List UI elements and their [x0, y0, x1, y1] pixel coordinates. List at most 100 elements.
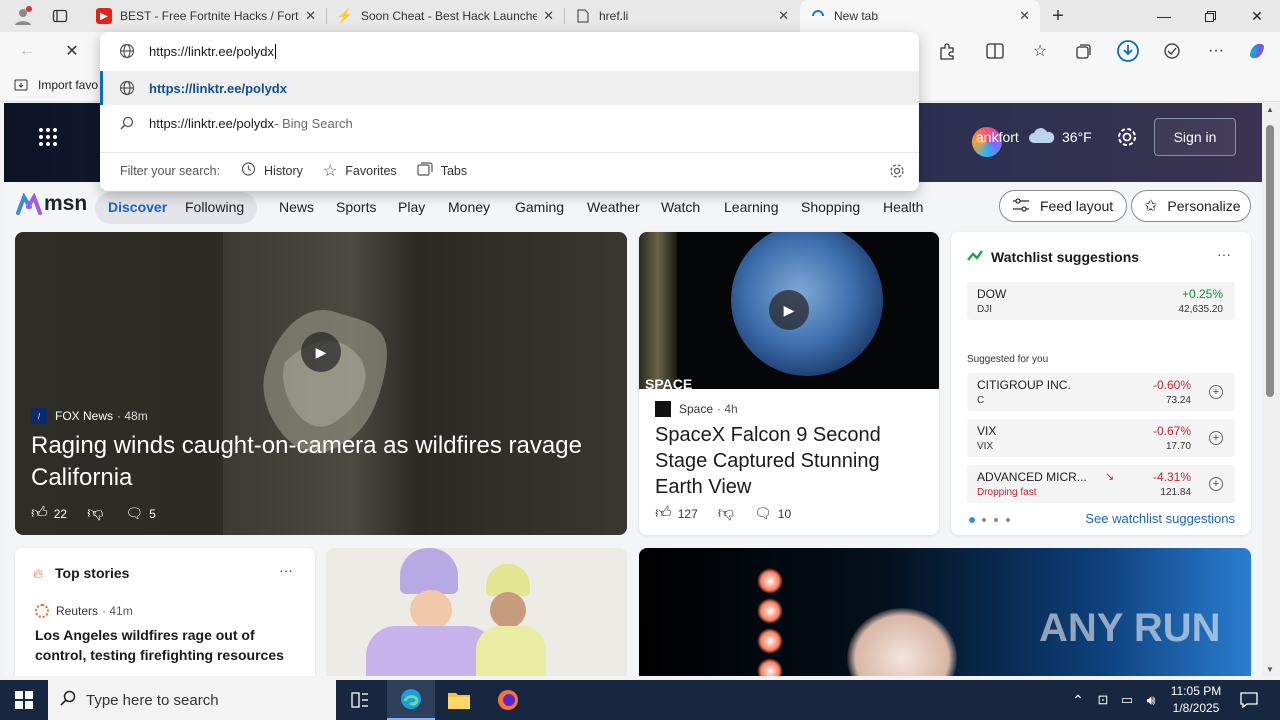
- msn-logo[interactable]: msn: [16, 192, 87, 216]
- app-launcher-icon[interactable]: [38, 127, 58, 150]
- carousel-dots[interactable]: [969, 517, 1010, 523]
- suggestion-url[interactable]: https://linktr.ee/polydx: [100, 71, 919, 105]
- dislike-icon[interactable]: 👎︎: [87, 504, 103, 523]
- back-button[interactable]: ←: [12, 37, 42, 65]
- start-button[interactable]: [0, 680, 48, 720]
- tab-actions-icon[interactable]: [45, 2, 75, 30]
- performance-icon[interactable]: [1157, 37, 1187, 65]
- notifications-icon[interactable]: [1234, 680, 1264, 720]
- edge-taskbar-icon[interactable]: [387, 680, 435, 720]
- close-icon[interactable]: ✕: [1019, 8, 1030, 24]
- split-screen-icon[interactable]: [980, 37, 1010, 65]
- like-icon[interactable]: 👍︎: [31, 504, 48, 523]
- tab-discover[interactable]: Discover: [108, 192, 167, 222]
- tab-following[interactable]: Following: [185, 192, 244, 222]
- downloads-icon[interactable]: [1113, 37, 1143, 65]
- sign-in-button[interactable]: Sign in: [1154, 118, 1236, 156]
- nav-play[interactable]: Play: [398, 192, 425, 222]
- source-name: Reuters: [56, 604, 99, 618]
- dislike-icon[interactable]: 👎︎: [718, 504, 734, 523]
- nav-sports[interactable]: Sports: [336, 192, 376, 222]
- minimize-button[interactable]: —: [1141, 0, 1187, 32]
- page-scrollbar[interactable]: ▲ ▼: [1262, 103, 1280, 676]
- filter-history[interactable]: History: [240, 161, 303, 180]
- volume-icon[interactable]: 🔊︎: [1140, 680, 1162, 720]
- close-window-button[interactable]: ✕: [1234, 0, 1280, 32]
- nav-learning[interactable]: Learning: [724, 192, 779, 222]
- tab-new-tab[interactable]: New tab ✕: [800, 0, 1040, 32]
- suggestion-bing-search[interactable]: https://linktr.ee/polydx - Bing Search: [100, 106, 919, 140]
- copilot-icon[interactable]: [1242, 37, 1272, 65]
- more-options-icon[interactable]: ···: [279, 562, 293, 578]
- watchlist-row-dow[interactable]: DOW DJI +0.25% 42,635.20: [967, 282, 1235, 320]
- nav-money[interactable]: Money: [448, 192, 490, 222]
- nav-health[interactable]: Health: [883, 192, 923, 222]
- lightning-icon: ⚡: [336, 8, 354, 23]
- tab-soon-cheat[interactable]: ⚡ Soon Cheat - Best Hack Launche ✕: [327, 0, 564, 32]
- taskbar-search[interactable]: Type here to search: [48, 680, 336, 720]
- story-headline[interactable]: SpaceX Falcon 9 Second Stage Captured St…: [655, 422, 925, 500]
- favorites-icon[interactable]: ☆: [1025, 37, 1055, 65]
- tab-title: New tab: [834, 9, 879, 23]
- add-to-watchlist-button[interactable]: +: [1209, 431, 1223, 445]
- profile-icon[interactable]: [8, 2, 38, 30]
- stop-button[interactable]: ✕: [57, 37, 87, 65]
- scroll-up-icon[interactable]: ▲: [1266, 105, 1274, 114]
- story-headline[interactable]: Raging winds caught-on-camera as wildfir…: [31, 430, 611, 494]
- tab-href[interactable]: href.li ✕: [565, 0, 799, 32]
- nav-weather[interactable]: Weather: [587, 192, 640, 222]
- network-icon[interactable]: ▭: [1116, 680, 1138, 720]
- main-story-card[interactable]: ▶ / FOX News · 48m Raging winds caught-o…: [15, 232, 627, 535]
- close-icon[interactable]: ✕: [305, 8, 316, 24]
- clock[interactable]: 11:05 PM 1/8/2025: [1166, 683, 1226, 717]
- close-icon[interactable]: ✕: [543, 8, 554, 24]
- feed-layout-button[interactable]: Feed layout: [999, 190, 1127, 222]
- more-menu-icon[interactable]: ···: [1201, 37, 1231, 65]
- filter-tabs[interactable]: Tabs: [417, 162, 467, 179]
- close-icon[interactable]: ✕: [778, 8, 789, 24]
- story-age: · 48m: [117, 409, 148, 423]
- watchlist-row-amd[interactable]: ADVANCED MICR... ↘ Dropping fast -4.31% …: [967, 465, 1235, 503]
- play-icon[interactable]: ▶: [769, 290, 809, 330]
- collections-icon[interactable]: [1069, 37, 1099, 65]
- firefox-icon[interactable]: [484, 680, 532, 720]
- task-view-icon[interactable]: [337, 680, 383, 720]
- new-tab-button[interactable]: +: [1043, 2, 1073, 30]
- extensions-icon[interactable]: [932, 37, 962, 65]
- nav-gaming[interactable]: Gaming: [515, 192, 564, 222]
- filter-label: Filter your search:: [120, 163, 221, 178]
- see-watchlist-link[interactable]: See watchlist suggestions: [1085, 511, 1235, 526]
- play-icon[interactable]: ▶: [301, 332, 341, 372]
- personalize-button[interactable]: ✩ Personalize: [1131, 190, 1251, 222]
- add-to-watchlist-button[interactable]: +: [1209, 477, 1223, 491]
- nav-shopping[interactable]: Shopping: [801, 192, 860, 222]
- nav-watch[interactable]: Watch: [661, 192, 700, 222]
- filter-favorites[interactable]: ☆ Favorites: [323, 161, 397, 181]
- more-options-icon[interactable]: ···: [1217, 246, 1231, 262]
- space-story-card[interactable]: SPACE ▶ Space · 4h SpaceX Falcon 9 Secon…: [639, 232, 939, 535]
- chevron-up-icon[interactable]: ⌃: [1066, 680, 1090, 720]
- story-source: Reuters · 41m: [35, 604, 133, 618]
- add-to-watchlist-button[interactable]: +: [1209, 385, 1223, 399]
- watchlist-row-citigroup[interactable]: CITIGROUP INC. C -0.60% 73.24 +: [967, 373, 1235, 411]
- watchlist-row-vix[interactable]: VIX VIX -0.67% 17.70 +: [967, 419, 1235, 457]
- scroll-down-icon[interactable]: ▼: [1266, 665, 1274, 674]
- fashion-story-card[interactable]: [326, 548, 627, 676]
- network-device-icon[interactable]: ⊡: [1092, 680, 1114, 720]
- like-icon[interactable]: 👍︎: [655, 504, 672, 523]
- featured-story-card[interactable]: ANY RUN: [639, 548, 1251, 676]
- import-favorites[interactable]: Import favo: [14, 78, 98, 92]
- scrollbar-thumb[interactable]: [1266, 125, 1274, 397]
- msn-logo-text: msn: [44, 192, 88, 215]
- settings-icon[interactable]: [1116, 126, 1138, 151]
- comment-icon[interactable]: 🗨︎: [125, 505, 143, 522]
- file-explorer-icon[interactable]: [435, 680, 483, 720]
- comment-icon[interactable]: 🗨︎: [754, 505, 772, 522]
- weather-temp[interactable]: 36°F: [1062, 129, 1092, 145]
- tab-fortnite[interactable]: ▶ BEST - Free Fortnite Hacks / Fortn ✕: [86, 0, 326, 32]
- address-bar[interactable]: https://linktr.ee/polydx: [100, 32, 919, 70]
- settings-gear-icon[interactable]: [889, 163, 905, 182]
- nav-news[interactable]: News: [279, 192, 314, 222]
- story-headline[interactable]: Los Angeles wildfires rage out of contro…: [35, 625, 303, 665]
- restore-button[interactable]: [1187, 0, 1233, 32]
